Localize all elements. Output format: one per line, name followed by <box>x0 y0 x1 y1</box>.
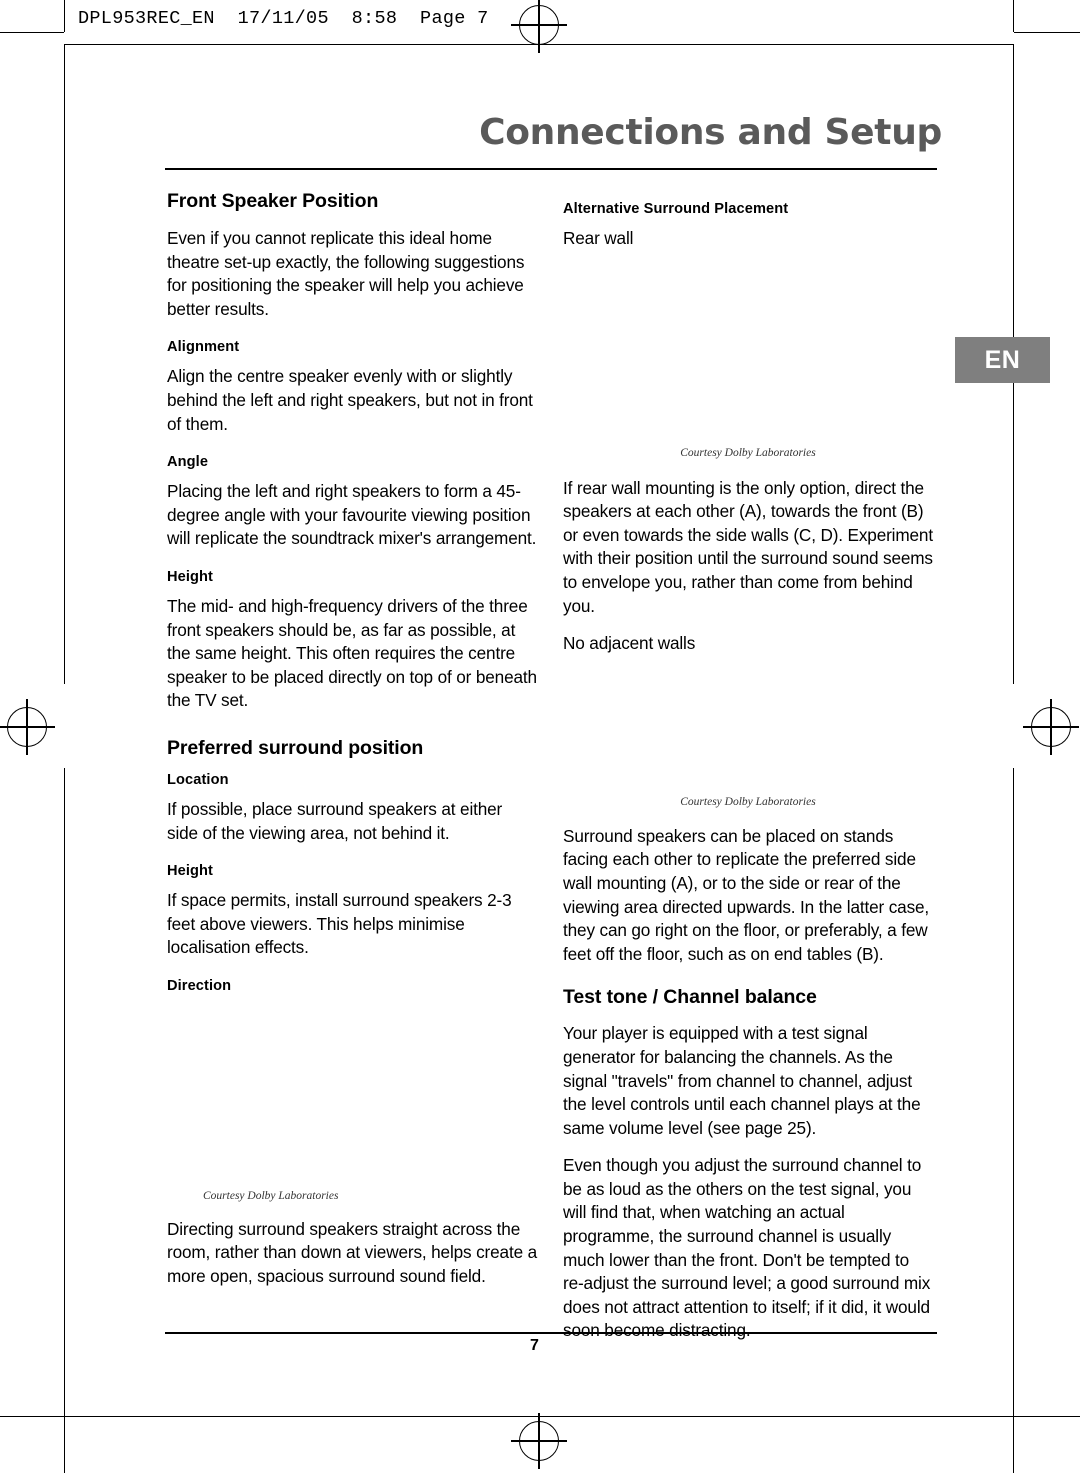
section-heading-front-speaker-position: Front Speaker Position <box>167 190 379 212</box>
subheading-height-surround: Height <box>167 863 213 880</box>
paragraph-no-adjacent-walls-label: No adjacent walls <box>563 633 696 654</box>
paragraph-rear-wall-label: Rear wall <box>563 228 634 248</box>
header-rule <box>165 168 937 170</box>
paragraph-direction: Directing surround speakers straight acr… <box>167 1218 538 1287</box>
paragraph-intro: Even if you cannot replicate this ideal … <box>167 228 525 319</box>
figure-direction-illustration <box>167 1004 537 1190</box>
subheading-location: Location <box>167 771 229 788</box>
paragraph-test-tone-1: Your player is equipped with a test sign… <box>563 1023 921 1138</box>
section-heading-preferred-surround-position: Preferred surround position <box>167 736 424 759</box>
paragraph-alignment: Align the centre speaker evenly with or … <box>167 366 533 434</box>
paragraph-test-tone-2: Even though you adjust the surround chan… <box>563 1155 931 1341</box>
subheading-angle: Angle <box>167 454 209 471</box>
paragraph-stands: Surround speakers can be placed on stand… <box>563 825 930 964</box>
paragraph-rear-wall: If rear wall mounting is the only option… <box>563 477 933 616</box>
paragraph-height-front: The mid- and high-frequency drivers of t… <box>167 595 537 711</box>
subheading-height-front: Height <box>167 568 213 585</box>
section-heading-test-tone: Test tone / Channel balance <box>563 986 817 1009</box>
subheading-direction: Direction <box>167 977 232 994</box>
right-column: Alternative Surround Placement Rear wall… <box>563 190 933 1357</box>
page-number: 7 <box>530 1337 539 1354</box>
figure-caption-no-adjacent-walls: Courtesy Dolby Laboratories <box>680 795 816 808</box>
left-column: Front Speaker Position Even if you canno… <box>167 190 537 1303</box>
footer-rule <box>165 1332 937 1334</box>
paragraph-height-surround: If space permits, install surround speak… <box>167 890 512 958</box>
figure-no-adjacent-walls-illustration <box>563 662 933 796</box>
document-page: Connections and Setup EN Front Speaker P… <box>0 0 1080 1473</box>
language-tab: EN <box>955 337 1050 383</box>
subheading-alignment: Alignment <box>167 339 240 356</box>
figure-caption-rear-wall: Courtesy Dolby Laboratories <box>680 446 816 459</box>
paragraph-angle: Placing the left and right speakers to f… <box>167 481 537 549</box>
subheading-alternative-surround-placement: Alternative Surround Placement <box>563 201 789 217</box>
page-title: Connections and Setup <box>479 112 942 153</box>
paragraph-location: If possible, place surround speakers at … <box>167 798 503 843</box>
figure-caption-direction: Courtesy Dolby Laboratories <box>203 1189 339 1202</box>
figure-rear-wall-illustration <box>563 257 933 447</box>
